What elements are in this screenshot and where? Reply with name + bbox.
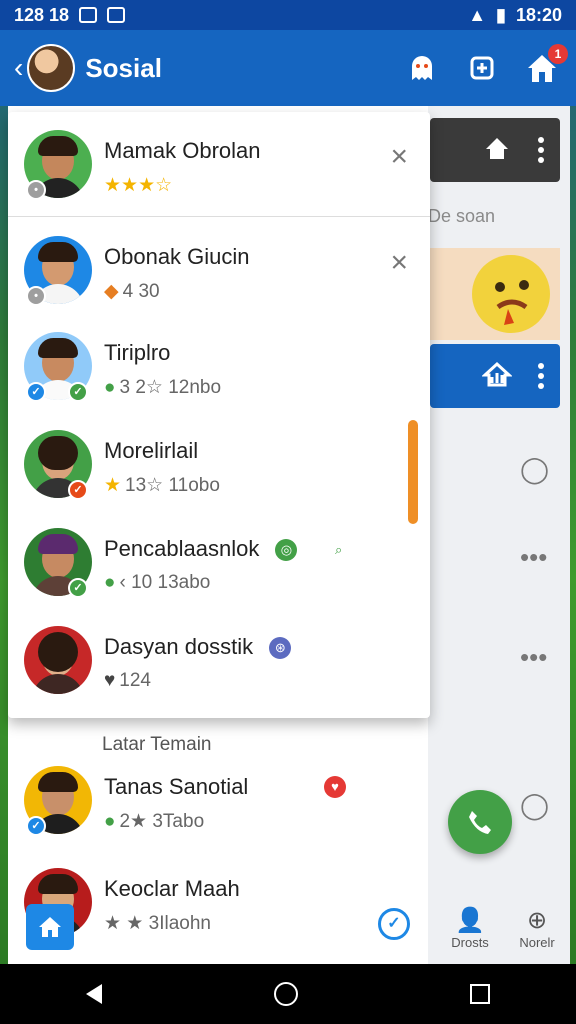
list-item[interactable]: ✓ Tanas Sanotial ♥ ● 2★ 3Tabo (8, 752, 428, 848)
chat-icon: ● (104, 376, 116, 398)
search-chat-icon[interactable]: ⌕ (328, 539, 350, 561)
list-item[interactable]: ✓ ✓ Tiriplro ● 3 2☆ 12nbo (8, 318, 428, 414)
notification-badge: 1 (548, 44, 568, 64)
close-icon[interactable]: × (390, 140, 408, 174)
nav-home-icon[interactable] (274, 982, 298, 1006)
chat-icon: ● (104, 572, 116, 593)
contact-popup: • Mamak Obrolan ★★★☆ × • Obonak Giucin ◆… (8, 112, 430, 718)
star-icon: ★ (104, 475, 122, 496)
verified-icon: ✓ (26, 382, 46, 402)
system-nav-bar (0, 964, 576, 1024)
contact-meta: ◆ 4 30 (104, 280, 160, 303)
contact-name: Keoclar Maah (104, 876, 240, 901)
nav-back-icon[interactable] (86, 984, 102, 1004)
heart-icon: ♥ (324, 776, 346, 798)
add-friend-icon[interactable] (462, 48, 502, 88)
bottom-tab-bar: 👤 Drosts ⊕ Norelr (436, 892, 570, 964)
contact-meta: ● ‹ 10 13abo (104, 572, 211, 593)
verified-icon: ✓ (26, 816, 46, 836)
contact-meta: ● 2★ 3Tabo (104, 810, 205, 833)
page-title: Sosial (85, 52, 162, 83)
back-button[interactable]: ‹ (14, 52, 23, 84)
signal-icon: ▲ (468, 4, 487, 25)
more-dots-icon-2[interactable]: ••• (520, 642, 547, 673)
gift-icon: ◆ (104, 281, 119, 302)
chat-toolbar-dark (430, 118, 560, 182)
contact-name: Tiriplro (104, 340, 171, 365)
status-icon: ✓ (68, 480, 88, 500)
divider (8, 216, 430, 217)
list-item[interactable]: ✓ Pencablaasnlok ◎ ⌕ ● ‹ 10 13abo (8, 514, 428, 610)
app-bar: ‹ Sosial 1 (0, 30, 576, 106)
battery-icon: ▮ (496, 4, 506, 25)
rating-stars: ★★★☆ (104, 175, 173, 196)
nav-recent-icon[interactable] (470, 984, 490, 1004)
house-stats-icon[interactable] (481, 361, 513, 392)
more-menu-icon-2[interactable] (538, 363, 544, 389)
online-icon: ✓ (68, 382, 88, 402)
list-item[interactable]: • Mamak Obrolan ★★★☆ × (8, 116, 428, 212)
chat-badge-icon: ◎ (275, 539, 298, 562)
contact-meta: ● 3 2☆ 12nbo (104, 376, 222, 399)
contact-name: Tanas Sanotial (104, 774, 249, 799)
avatar (24, 626, 92, 694)
more-menu-icon[interactable] (538, 137, 544, 163)
person-icon: 👤 (455, 907, 485, 934)
status-time-left: 128 18 (14, 4, 70, 25)
home-shortcut-button[interactable] (26, 904, 74, 950)
emoji-sticker-icon (472, 255, 550, 333)
list-item[interactable]: • Obonak Giucin ◆ 4 30 × (8, 222, 428, 318)
contact-name: Morelirlail (104, 438, 199, 463)
scrollbar[interactable] (408, 420, 418, 524)
status-time-right: 18:20 (515, 4, 562, 25)
chat-icon: ● (104, 810, 116, 832)
chat-bubble-icon[interactable]: ◯ (520, 454, 549, 485)
messenger-icon: ⊛ (269, 637, 292, 660)
status-icon: • (26, 180, 46, 200)
chat-preview-text: De soan (428, 206, 496, 226)
contact-meta: ★ 13☆ 11obo (104, 475, 220, 496)
contact-name: Mamak Obrolan (104, 138, 261, 163)
contact-name: Dasyan dosstik ⊛ (104, 634, 292, 660)
contact-name: Obonak Giucin (104, 244, 250, 269)
chat-outline-icon[interactable]: ◯ (520, 790, 549, 821)
pin-icon[interactable] (482, 135, 512, 166)
chat-toolbar-blue (430, 344, 560, 408)
tab-posts[interactable]: 👤 Drosts (451, 906, 489, 950)
more-dots-icon[interactable]: ••• (520, 542, 547, 573)
add-circle-icon: ⊕ (526, 907, 548, 934)
close-icon[interactable]: × (390, 246, 408, 280)
status-bar: 128 18 ▲ ▮ 18:20 (0, 0, 576, 30)
tab-new[interactable]: ⊕ Norelr (519, 906, 554, 950)
app-notification-icon (79, 7, 98, 23)
list-item[interactable]: ✓ Morelirlail ★ 13☆ 11obo (8, 416, 428, 512)
call-button[interactable] (448, 790, 512, 854)
profile-avatar[interactable] (27, 44, 76, 92)
ghost-icon[interactable] (402, 48, 442, 88)
list-item[interactable]: Dasyan dosstik ⊛ ♥ 124 (8, 612, 428, 708)
contact-name: Pencablaasnlok ◎ ⌕ (104, 536, 350, 562)
messages-icon[interactable]: ✓ (378, 908, 410, 940)
contact-meta: ★ ★ 3Ilaohn (104, 913, 211, 934)
online-icon: ✓ (68, 578, 88, 598)
message-notification-icon (107, 7, 126, 23)
contact-meta: ♥ 124 (104, 670, 151, 691)
home-icon[interactable]: 1 (522, 44, 568, 88)
heart-outline-icon: ♥ (104, 670, 116, 691)
status-icon: • (26, 286, 46, 306)
sticker-card[interactable] (430, 248, 560, 340)
